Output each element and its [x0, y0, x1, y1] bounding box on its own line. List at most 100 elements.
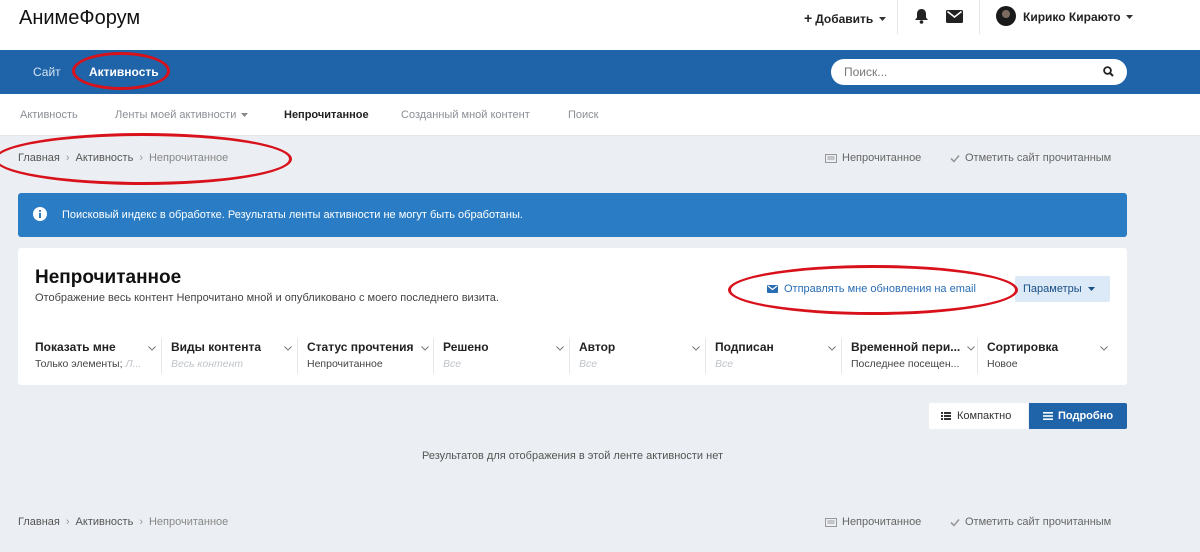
filter-show-me[interactable]: Показать мне Только элементы; Л...	[35, 338, 162, 374]
nav-item-site[interactable]: Сайт	[33, 65, 61, 79]
unread-link-label: Непрочитанное	[842, 152, 922, 165]
top-header: АнимеФорум + Добавить Кирико Кираюто	[0, 0, 1200, 50]
email-updates-label: Отправлять мне обновления на email	[784, 283, 976, 295]
subnav-item-my-streams[interactable]: Ленты моей активности	[115, 109, 249, 121]
view-compact-label: Компактно	[957, 410, 1012, 422]
chevron-down-icon	[148, 346, 156, 351]
unread-rss-link[interactable]: Непрочитанное	[825, 152, 921, 164]
chevron-down-icon	[828, 346, 836, 351]
empty-results-message: Результатов для отображения в этой ленте…	[421, 450, 723, 462]
bell-icon[interactable]	[914, 8, 929, 24]
menu-lines-icon	[1043, 412, 1053, 420]
subnav-item-search[interactable]: Поиск	[568, 109, 598, 121]
params-button[interactable]: Параметры	[1015, 276, 1110, 302]
filter-value: Новое	[987, 358, 1018, 370]
check-icon	[950, 518, 960, 527]
filter-content-types[interactable]: Виды контента Весь контент	[171, 338, 298, 374]
chevron-right-icon: ›	[139, 516, 143, 528]
unread-link-label: Непрочитанное	[842, 516, 922, 529]
subnav-item-unread[interactable]: Непрочитанное	[284, 109, 369, 121]
list-icon	[941, 412, 951, 420]
filter-subscribed[interactable]: Подписан Все	[715, 338, 842, 374]
filter-label: Сортировка	[987, 340, 1059, 354]
envelope-icon[interactable]	[946, 10, 963, 23]
chevron-down-icon	[967, 346, 975, 351]
filter-value: Непрочитанное	[307, 358, 383, 370]
caret-down-icon	[878, 17, 886, 22]
breadcrumb-activity[interactable]: Активность	[76, 152, 134, 164]
sub-navbar: Активность Ленты моей активности Непрочи…	[0, 94, 1200, 136]
info-icon	[33, 207, 47, 221]
unread-rss-link[interactable]: Непрочитанное	[825, 516, 921, 528]
filter-value: Все	[579, 358, 598, 370]
filter-value: Все	[715, 358, 734, 370]
filter-value: Все	[443, 358, 462, 370]
page-description: Отображение весь контент Непрочитано мно…	[35, 292, 499, 304]
chevron-right-icon: ›	[65, 152, 70, 164]
add-button[interactable]: + Добавить	[804, 10, 886, 26]
view-detailed-label: Подробно	[1058, 410, 1114, 422]
caret-down-icon	[1125, 15, 1133, 20]
chevron-right-icon: ›	[65, 516, 70, 528]
subnav-item-activity[interactable]: Активность	[20, 109, 78, 121]
email-updates-button[interactable]: Отправлять мне обновления на email	[767, 283, 976, 295]
avatar[interactable]	[996, 6, 1016, 26]
breadcrumb-bottom: Главная › Активность › Непрочитанное	[18, 516, 228, 528]
stream-card: Непрочитанное Отображение весь контент Н…	[18, 248, 1127, 385]
header-divider	[979, 0, 980, 34]
caret-down-icon	[241, 112, 249, 117]
filter-sort[interactable]: Сортировка Новое	[987, 338, 1112, 374]
header-divider	[897, 0, 898, 34]
filter-label: Временной пери...	[851, 340, 961, 354]
filter-value: Только элементы; Л...	[35, 358, 142, 370]
site-title[interactable]: АнимеФорум	[19, 7, 140, 30]
chevron-down-icon	[284, 346, 292, 351]
mark-read-label: Отметить сайт прочитанным	[965, 152, 1112, 165]
chevron-right-icon: ›	[139, 152, 143, 164]
breadcrumb-activity[interactable]: Активность	[76, 516, 134, 528]
plus-icon: +	[804, 10, 813, 26]
subnav-item-my-content[interactable]: Созданный мной контент	[401, 109, 530, 121]
search-input[interactable]	[844, 65, 1094, 79]
banner-text: Поисковый индекс в обработке. Результаты…	[62, 209, 523, 221]
breadcrumb-current: Непрочитанное	[148, 152, 229, 164]
envelope-icon	[767, 285, 778, 294]
filter-label: Виды контента	[171, 340, 262, 354]
caret-down-icon	[1087, 286, 1095, 291]
user-name: Кирико Кираюто	[1023, 10, 1121, 24]
filter-read-status[interactable]: Статус прочтения Непрочитанное	[307, 338, 434, 374]
filter-solved[interactable]: Решено Все	[443, 338, 570, 374]
check-icon	[950, 154, 960, 163]
chevron-down-icon	[692, 346, 700, 351]
filter-label: Решено	[443, 340, 489, 354]
filter-label: Подписан	[715, 340, 774, 354]
page-title: Непрочитанное	[35, 267, 182, 288]
rss-feed-icon	[825, 517, 837, 527]
chevron-down-icon	[421, 346, 429, 351]
mark-site-read-link[interactable]: Отметить сайт прочитанным	[950, 152, 1111, 164]
subnav-item-label: Ленты моей активности	[115, 109, 237, 121]
params-label: Параметры	[1023, 283, 1082, 295]
mark-site-read-link[interactable]: Отметить сайт прочитанным	[950, 516, 1111, 528]
info-banner: Поисковый индекс в обработке. Результаты…	[18, 193, 1127, 237]
breadcrumb-home[interactable]: Главная	[18, 516, 60, 528]
filter-author[interactable]: Автор Все	[579, 338, 706, 374]
search-icon[interactable]	[1103, 66, 1114, 77]
rss-feed-icon	[825, 153, 837, 163]
filter-time-period[interactable]: Временной пери... Последнее посещен...	[851, 338, 978, 374]
add-label: Добавить	[815, 12, 874, 26]
mark-read-label: Отметить сайт прочитанным	[965, 516, 1112, 529]
chevron-down-icon	[1100, 346, 1108, 351]
filter-value: Последнее посещен...	[851, 358, 960, 370]
filter-label: Показать мне	[35, 340, 116, 354]
filter-label: Автор	[579, 340, 616, 354]
main-navbar: Сайт Активность	[0, 50, 1200, 94]
view-detailed-button[interactable]: Подробно	[1029, 403, 1127, 429]
breadcrumb-home[interactable]: Главная	[18, 152, 60, 164]
view-compact-button[interactable]: Компактно	[929, 403, 1028, 429]
filter-label: Статус прочтения	[307, 340, 414, 354]
user-menu[interactable]: Кирико Кираюто	[1023, 10, 1133, 24]
chevron-down-icon	[556, 346, 564, 351]
filter-value: Весь контент	[171, 358, 244, 370]
nav-item-activity[interactable]: Активность	[89, 65, 159, 79]
